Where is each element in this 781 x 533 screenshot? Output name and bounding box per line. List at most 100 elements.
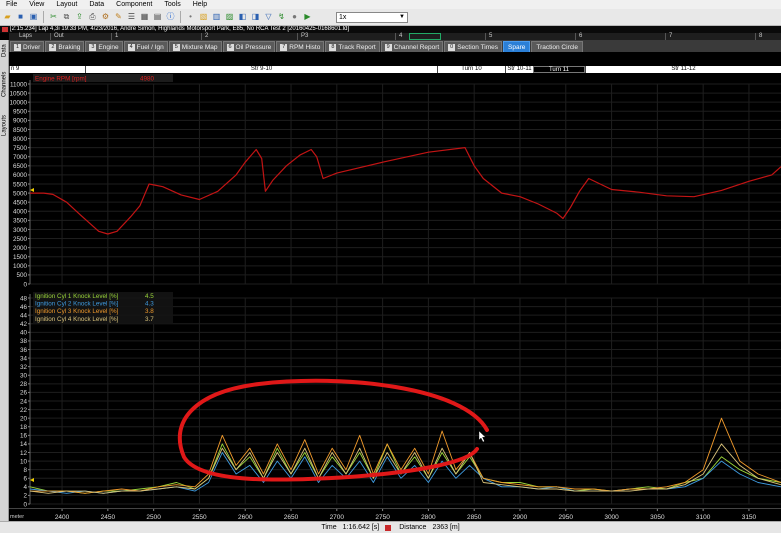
print-icon[interactable]: ⎙ xyxy=(87,12,98,23)
forward-icon[interactable]: ◨ xyxy=(250,12,261,23)
x-tick-label: 2400 xyxy=(55,514,70,521)
tab-label: Section Times xyxy=(457,43,499,51)
tab-rpm-histo[interactable]: 7 RPM Histo xyxy=(276,41,325,52)
tab-oil-pressure[interactable]: 6 Oil Pressure xyxy=(222,41,276,52)
y-tick-label: 4500 xyxy=(13,199,28,206)
y-tick-label: 6500 xyxy=(13,163,28,170)
y-tick-label: 38 xyxy=(20,338,28,345)
tab-hotkey: 3 xyxy=(89,43,97,51)
y-tick-label: 12 xyxy=(20,450,28,457)
tab-traction-circle[interactable]: Traction Circle xyxy=(531,41,584,52)
time-label: Time xyxy=(321,524,337,531)
x-axis-panel: meter 2400 2450 2500 2550 2600 2650 2700 2750 280… xyxy=(9,508,781,521)
menu-file[interactable]: File xyxy=(0,1,23,8)
x-tick-label: 2800 xyxy=(421,514,436,521)
save-all-icon[interactable]: ▣ xyxy=(28,12,39,23)
menu-component[interactable]: Component xyxy=(110,1,158,8)
table-icon[interactable]: ▦ xyxy=(139,12,150,23)
tab-track-report[interactable]: 8 Track Report xyxy=(325,41,380,52)
distance-value: 2363 [m] xyxy=(432,524,460,531)
tab-driver[interactable]: 1 Driver xyxy=(10,41,45,52)
knock-plot-panel: 0 2 4 6 8 10 12 14 16 18 20 22 24 26 28 30 32 34 36 38 40 42 4… xyxy=(9,292,781,508)
section-segment[interactable]: n 9 xyxy=(9,66,85,73)
step-icon[interactable]: ↯ xyxy=(276,12,287,23)
x-tick-label: 3100 xyxy=(696,514,711,521)
y-tick-label: 40 xyxy=(20,330,28,337)
y-tick-label: 42 xyxy=(20,321,28,328)
tab-mixture-map[interactable]: 5 Mixture Map xyxy=(168,41,222,52)
save-icon[interactable]: ■ xyxy=(15,12,26,23)
back-icon[interactable]: ◧ xyxy=(237,12,248,23)
playback-speed-select[interactable]: 1x ▼ xyxy=(336,12,408,23)
play-icon[interactable]: ▶ xyxy=(302,12,313,23)
side-tab-data[interactable]: Data xyxy=(0,40,9,62)
plot-background xyxy=(9,73,781,291)
x-tick-label: 3150 xyxy=(742,514,757,521)
distance-label: Distance xyxy=(399,524,427,531)
section-segment[interactable]: Str 11-12 xyxy=(585,66,781,73)
menu-data[interactable]: Data xyxy=(83,1,110,8)
layout-icon[interactable]: ▧ xyxy=(198,12,209,23)
tab-spare[interactable]: Spare xyxy=(503,41,531,52)
y-tick-label: 7000 xyxy=(13,154,28,161)
y-tick-label: 5500 xyxy=(13,181,28,188)
y-tick-label: 16 xyxy=(20,433,28,440)
knock-legend-value: 3.7 xyxy=(145,316,154,323)
menu-view[interactable]: View xyxy=(23,1,50,8)
y-tick-label: 11000 xyxy=(10,81,28,88)
x-tick-label: 2900 xyxy=(513,514,528,521)
toolbar-separator xyxy=(180,11,181,23)
tab-engine[interactable]: 3 Engine xyxy=(85,41,123,52)
filter-icon[interactable]: ▽ xyxy=(263,12,274,23)
tab-channel-report[interactable]: 9 Channel Report xyxy=(380,41,444,52)
menu-layout[interactable]: Layout xyxy=(50,1,83,8)
edit-icon[interactable]: ✎ xyxy=(113,12,124,23)
section-segment[interactable]: Str 9-10 xyxy=(85,66,437,73)
track-section-bar[interactable]: n 9 Str 9-10 Turn 10 Str 10-11 Turn 11 Str 11… xyxy=(9,66,781,73)
chevron-down-icon: ▼ xyxy=(399,14,405,20)
knock-legend-label: Ignition Cyl 4 Knock Level [%] xyxy=(35,316,119,323)
list-icon[interactable]: ☰ xyxy=(126,12,137,23)
rpm-legend-label: Engine RPM [rpm] xyxy=(35,76,87,83)
app-window: File View Layout Data Component Tools He… xyxy=(0,0,781,533)
lap-label: 5 xyxy=(489,33,493,39)
settings-icon[interactable]: ⚙ xyxy=(100,12,111,23)
x-tick-label: 3000 xyxy=(604,514,619,521)
x-tick-label: 2650 xyxy=(284,514,299,521)
side-tab-channels[interactable]: Channels xyxy=(0,64,9,104)
dot-icon[interactable]: • xyxy=(185,12,196,23)
lap-label: Out xyxy=(54,33,64,39)
y-tick-label: 10500 xyxy=(9,90,27,97)
cut-icon[interactable]: ✂ xyxy=(48,12,59,23)
section-segment[interactable]: Str 10-11 xyxy=(505,66,533,73)
export-icon[interactable]: ⇪ xyxy=(74,12,85,23)
info-icon[interactable]: ⓘ xyxy=(165,12,176,23)
grid-icon[interactable]: ▤ xyxy=(152,12,163,23)
rpm-chart[interactable]: 0 500 1000 1500 2000 2500 3000 3500 4000 4500 5000… xyxy=(9,73,781,291)
section-segment[interactable]: Turn 11 xyxy=(533,66,585,73)
record-icon[interactable]: ● xyxy=(289,12,300,23)
open-folder-icon[interactable]: ▰ xyxy=(2,12,13,23)
tab-section-times[interactable]: 0 Section Times xyxy=(444,41,503,52)
menu-tools[interactable]: Tools xyxy=(158,1,186,8)
plot-background xyxy=(9,292,781,508)
y-tick-label: 9500 xyxy=(13,109,28,116)
chart-icon[interactable]: ▨ xyxy=(224,12,235,23)
y-tick-label: 6000 xyxy=(13,172,28,179)
y-tick-label: 10 xyxy=(20,458,28,465)
lap-bar[interactable]: Laps Out 1 2 P3 4 5 6 7 8 xyxy=(9,33,781,40)
lap-label: 4 xyxy=(399,33,403,39)
side-tab-layouts[interactable]: Layouts xyxy=(0,106,9,144)
knock-chart[interactable]: 0246810121416182022242628303234363840424… xyxy=(9,292,781,508)
copy-icon[interactable]: ⧉ xyxy=(61,12,72,23)
knock-legend-value: 3.8 xyxy=(145,308,154,315)
section-segment[interactable]: Turn 10 xyxy=(437,66,505,73)
lap-label: Laps xyxy=(19,33,33,39)
y-tick-label: 48 xyxy=(20,295,28,302)
x-tick-label: 2750 xyxy=(375,514,390,521)
tab-braking[interactable]: 2 Braking xyxy=(45,41,85,52)
bars-icon[interactable]: ▥ xyxy=(211,12,222,23)
tab-hotkey: 0 xyxy=(448,43,456,51)
menu-help[interactable]: Help xyxy=(187,1,213,8)
tab-fuel-ign[interactable]: 4 Fuel / Ign xyxy=(123,41,168,52)
